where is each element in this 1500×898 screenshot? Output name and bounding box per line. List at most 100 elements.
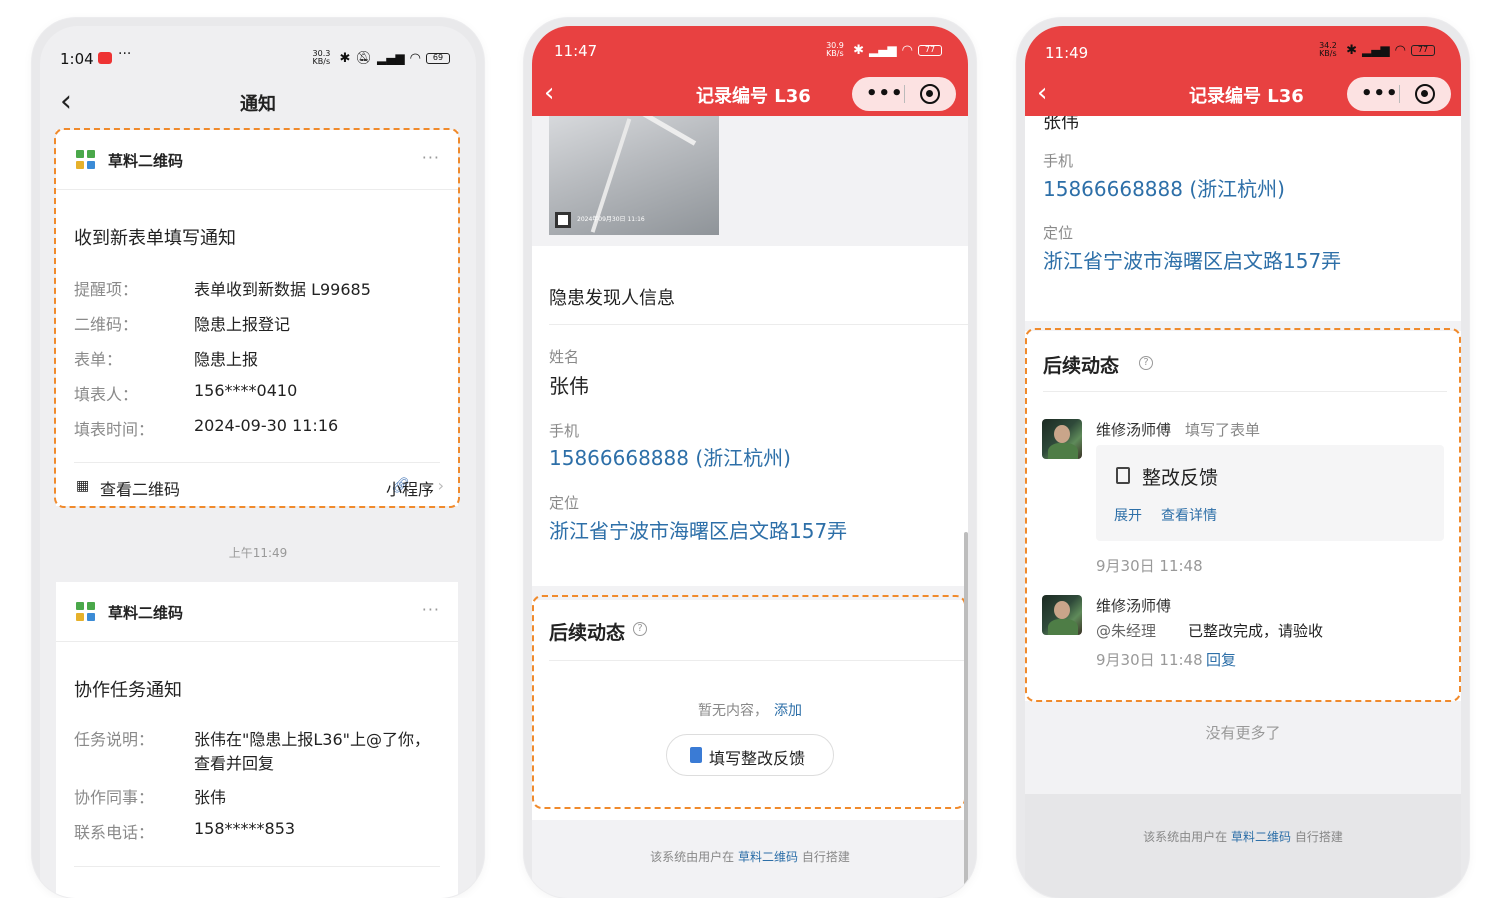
row-value: 张伟在"隐患上报L36"上@了你，: [194, 730, 430, 749]
row-value-cont: 查看并回复: [194, 754, 275, 773]
row-value: 156****0410: [194, 381, 298, 400]
bluetooth-icon: ✱: [853, 42, 864, 58]
status-time: 11:47: [554, 42, 598, 60]
mini-program-capsule[interactable]: •••: [852, 77, 956, 111]
fill-feedback-button[interactable]: 填写整改反馈: [666, 734, 834, 776]
phone-value-link[interactable]: 15866668888 (浙江杭州): [549, 442, 791, 471]
record-screen: 2024年09月30日 11:16 隐患发现人信息 姓名 张伟 手机 15866…: [532, 26, 968, 898]
row-label: 协作同事：: [74, 788, 155, 807]
app-name: 草料二维码: [108, 152, 184, 170]
help-icon[interactable]: ?: [633, 622, 647, 636]
capsule-more-icon[interactable]: •••: [866, 83, 904, 104]
capsule-close-icon[interactable]: [920, 84, 940, 104]
notification-card-task[interactable]: 草料二维码 ··· 协作任务通知 任务说明： 张伟在"隐患上报L36"上@了你，…: [56, 582, 458, 898]
app-name: 草料二维码: [108, 604, 184, 622]
phone-record-detail: 2024年09月30日 11:16 隐患发现人信息 姓名 张伟 手机 15866…: [524, 18, 976, 898]
mini-program-link[interactable]: 小程序: [386, 476, 434, 500]
card-header: 草料二维码 ···: [56, 582, 458, 642]
back-chevron-icon[interactable]: ‹: [1037, 78, 1047, 108]
row-value: 158*****853: [194, 819, 296, 838]
add-link[interactable]: 添加: [774, 700, 802, 720]
capsule-close-icon[interactable]: [1415, 84, 1435, 104]
no-more-text: 没有更多了: [1205, 724, 1281, 742]
signal-icon: ▂▄▆: [1361, 43, 1390, 57]
qr-small-icon: ▦: [76, 478, 90, 494]
status-icons: 30.9 KB/s ✱ ▂▄▆ ◠ 77: [826, 42, 942, 58]
footer-pre: 该系统由用户在: [1143, 830, 1228, 844]
divider: [74, 462, 440, 463]
card-header: 草料二维码 ···: [56, 130, 458, 190]
entry-time: 9月30日 11:48: [1096, 651, 1203, 669]
system-footer: 该系统由用户在 草料二维码 自行搭建: [532, 848, 968, 865]
entry-user: 维修汤师傅: [1096, 597, 1172, 615]
row-value: 张伟: [194, 788, 227, 807]
form-icon: [690, 747, 702, 763]
card-title: 收到新表单填写通知: [74, 228, 236, 249]
row-label: 填表时间：: [74, 420, 155, 439]
red-header: 11:49 34.2 KB/s ✱ ▂▄▆ ◠ 77 ‹ 记录编号 L36 ••…: [1025, 26, 1461, 116]
row-label: 表单：: [74, 350, 123, 369]
footer-brand-link[interactable]: 草料二维码: [738, 850, 798, 864]
row-label: 联系电话：: [74, 823, 155, 842]
entry-user: 维修汤师傅: [1096, 421, 1172, 439]
scrollbar[interactable]: [964, 532, 968, 892]
signal-icon: ▂▄▆: [376, 51, 405, 65]
notification-card-form[interactable]: 草料二维码 ··· 收到新表单填写通知 提醒项： 表单收到新数据 L99685 …: [56, 130, 458, 506]
footer-post: 自行搭建: [1294, 830, 1343, 844]
help-icon[interactable]: ?: [1139, 356, 1153, 370]
capsule-divider: [1399, 85, 1400, 103]
phone-value-link[interactable]: 15866668888 (浙江杭州): [1043, 173, 1285, 202]
footer-area: [1025, 794, 1461, 898]
avatar[interactable]: [1042, 419, 1082, 459]
reply-link[interactable]: 回复: [1206, 649, 1236, 670]
signal-icon: ▂▄▆: [868, 43, 897, 57]
phone-notifications: 1:04 ··· 30.3 KB/s ✱ 🔕︎ ▂▄▆ ◠ 69 ‹ 通知 草料…: [32, 18, 484, 898]
capsule-more-icon[interactable]: •••: [1361, 83, 1399, 104]
record-title: 记录编号 L36: [696, 86, 811, 107]
row-value: 隐患上报登记: [194, 315, 291, 334]
avatar[interactable]: [1042, 595, 1082, 635]
wifi-icon: ◠: [1394, 42, 1406, 58]
form-title: 整改反馈: [1142, 467, 1219, 489]
qr-logo-icon: [76, 602, 96, 622]
divider: [549, 324, 968, 325]
hazard-photo[interactable]: 2024年09月30日 11:16: [549, 111, 719, 235]
battery-icon: 77: [918, 44, 942, 56]
view-qr-link[interactable]: 查看二维码: [100, 476, 180, 500]
location-label: 定位: [549, 494, 580, 512]
row-value: 隐患上报: [194, 350, 259, 369]
capsule-divider: [904, 85, 905, 103]
system-footer: 该系统由用户在 草料二维码 自行搭建: [1025, 828, 1461, 845]
view-details-link[interactable]: 查看详情: [1161, 505, 1217, 525]
qr-logo-icon: [76, 150, 96, 170]
entry-time: 9月30日 11:48: [1096, 557, 1203, 575]
follow-up-panel: 后续动态 ? 暂无内容， 添加 填写整改反馈: [532, 600, 968, 820]
follow-up-title: 后续动态: [549, 622, 626, 644]
wifi-icon: ◠: [409, 50, 421, 66]
name-value: 张伟: [549, 374, 589, 398]
follow-up-panel: 后续动态 ? 维修汤师傅 填写了表单 整改反馈 展开 查看详情 9月30日 11…: [1025, 331, 1461, 701]
location-value-link[interactable]: 浙江省宁波市海曙区启文路157弄: [549, 515, 847, 544]
entry-mention: @朱经理: [1096, 622, 1157, 640]
wifi-icon: ◠: [901, 42, 913, 58]
form-summary-card[interactable]: 整改反馈 展开 查看详情: [1096, 445, 1444, 541]
back-chevron-icon[interactable]: ‹: [544, 78, 554, 108]
bluetooth-icon: ✱: [1346, 42, 1357, 58]
battery-icon: 69: [426, 52, 450, 64]
notifications-screen: 1:04 ··· 30.3 KB/s ✱ 🔕︎ ▂▄▆ ◠ 69 ‹ 通知 草料…: [40, 26, 476, 898]
name-label: 姓名: [549, 348, 580, 366]
card-more-icon[interactable]: ···: [422, 600, 440, 619]
expand-link[interactable]: 展开: [1114, 505, 1142, 525]
footer-post: 自行搭建: [801, 850, 850, 864]
card-more-icon[interactable]: ···: [422, 148, 440, 167]
follow-up-title: 后续动态: [1043, 355, 1120, 377]
red-header: 11:47 30.9 KB/s ✱ ▂▄▆ ◠ 77 ‹ 记录编号 L36 ••…: [532, 26, 968, 116]
location-value-link[interactable]: 浙江省宁波市海曙区启文路157弄: [1043, 245, 1341, 274]
entry-action: 填写了表单: [1185, 421, 1261, 439]
footer-pre: 该系统由用户在: [650, 850, 735, 864]
mini-program-capsule[interactable]: •••: [1347, 77, 1451, 111]
footer-brand-link[interactable]: 草料二维码: [1231, 830, 1291, 844]
app-notification-icon: [98, 52, 112, 64]
network-speed: 30.3 KB/s: [312, 49, 331, 66]
contact-panel: 张伟 手机 15866668888 (浙江杭州) 定位 浙江省宁波市海曙区启文路…: [1025, 106, 1461, 321]
